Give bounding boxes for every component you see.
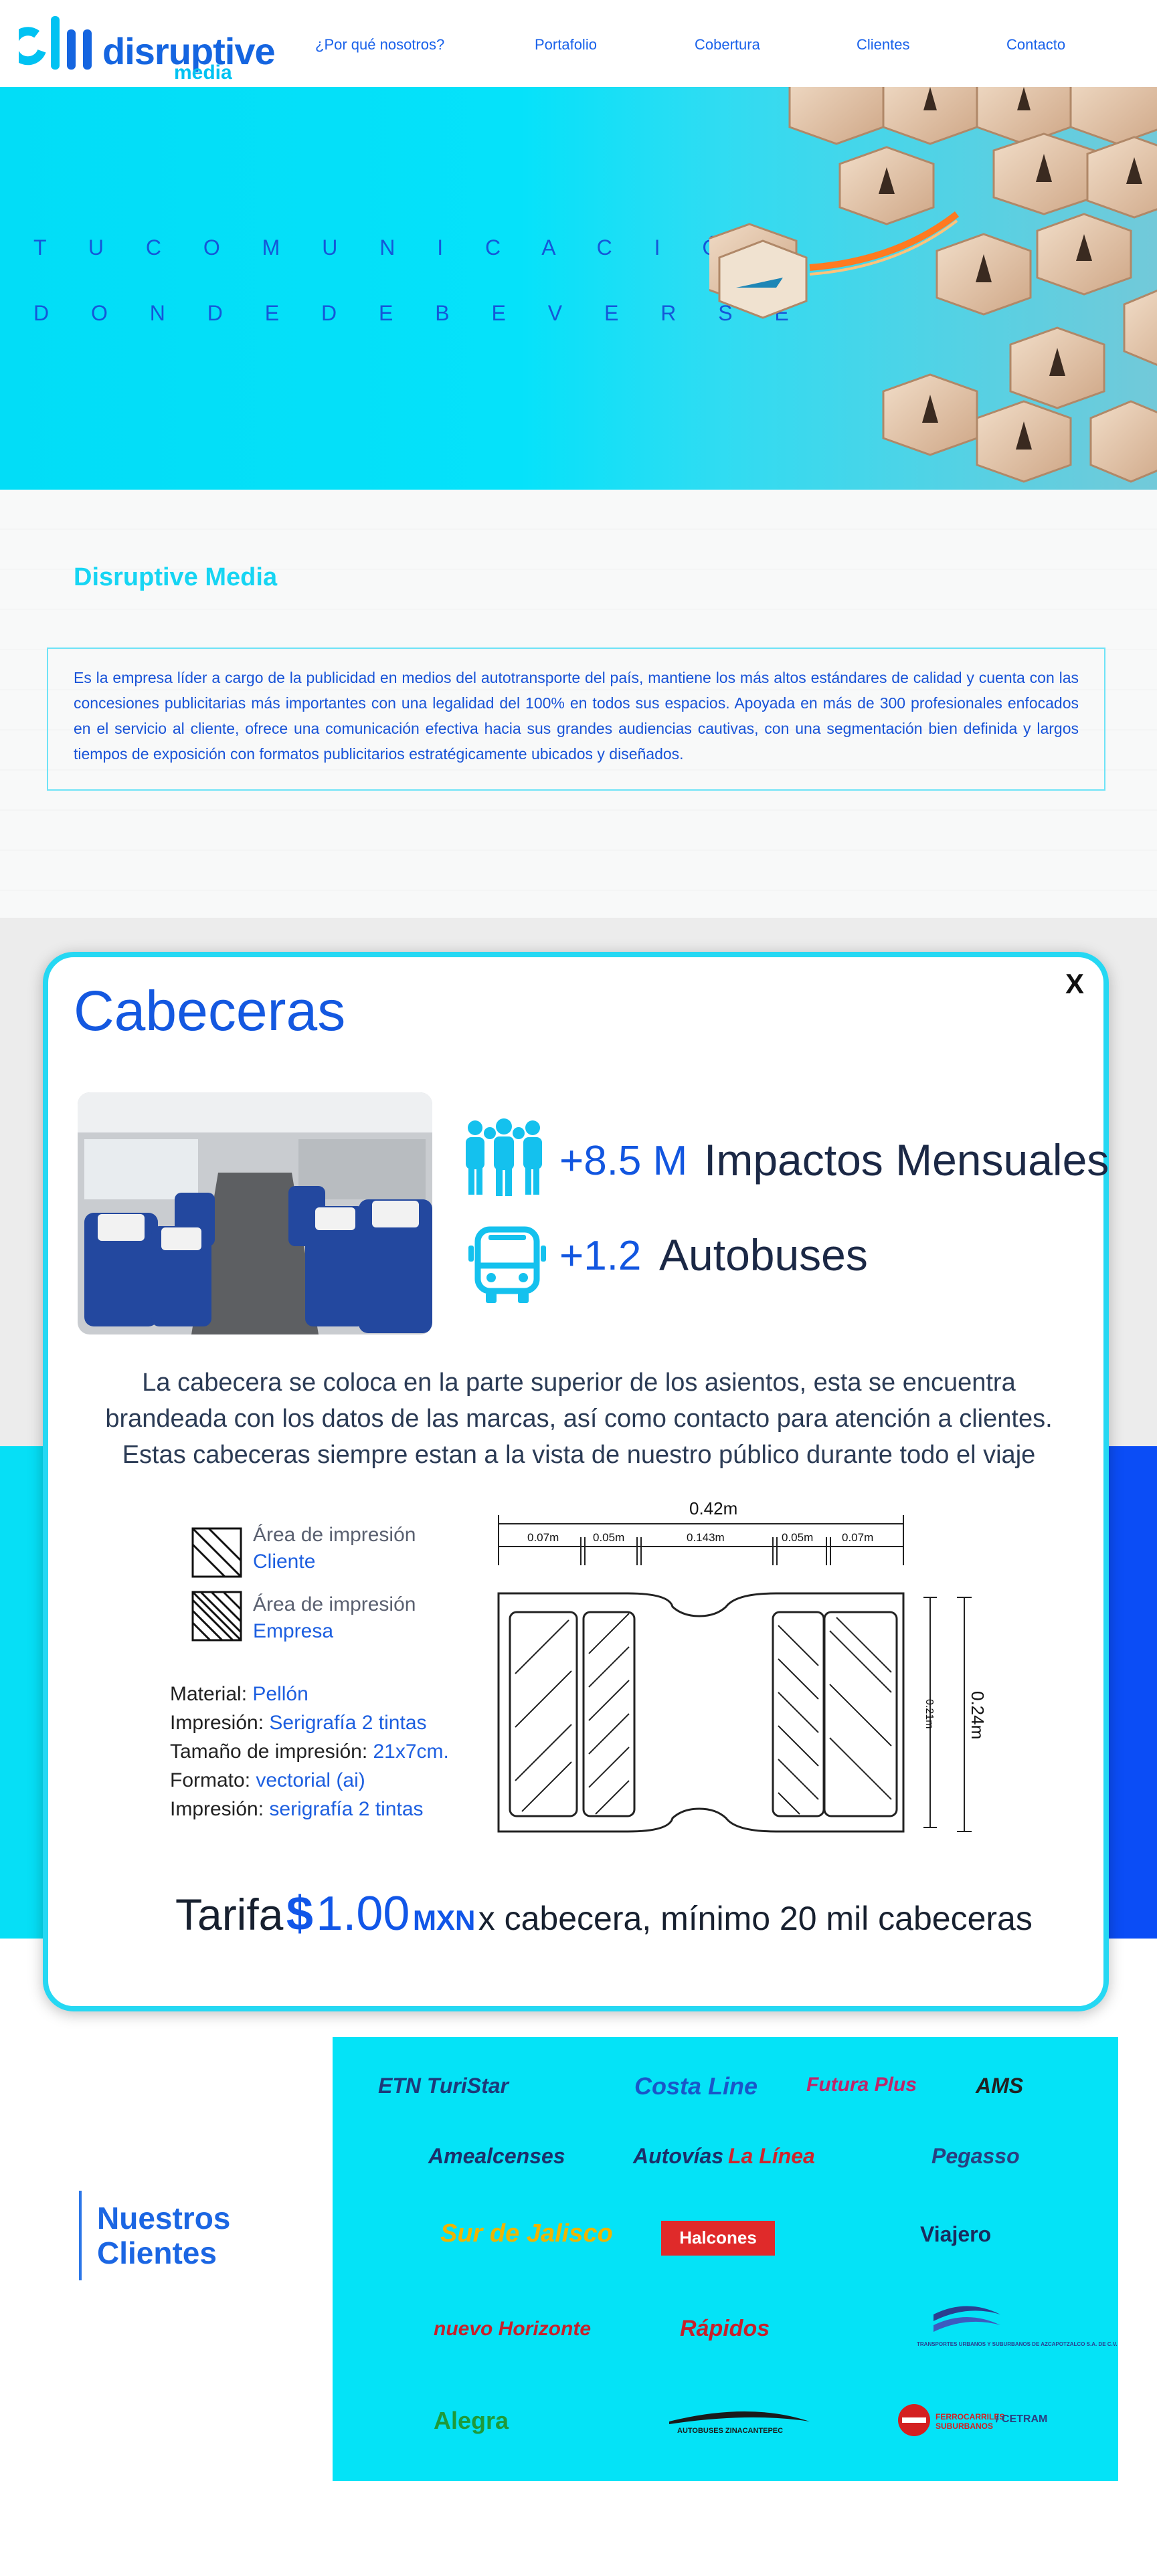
client-logo-alegra: Alegra — [434, 2407, 509, 2434]
client-logo-costa-line: Costa Line — [634, 2072, 758, 2100]
client-logo-ferrocarriles: FERROCARRILES SUBURBANOS — [936, 2412, 1005, 2431]
client-logo-pegasso: Pegasso — [931, 2144, 1020, 2168]
stat-autobuses-value: +1.2 — [559, 1233, 642, 1279]
logo-mark-icon — [9, 16, 92, 70]
client-logo-zinacantepec: AUTOBUSES ZINACANTEPEC — [677, 2427, 784, 2435]
brand-sub: media — [174, 62, 232, 84]
spec-tamano: Tamaño de impresión: 21x7cm. — [170, 1741, 449, 1763]
hatch-cliente-icon — [191, 1527, 242, 1578]
dim-seg-2: 0.05m — [593, 1531, 624, 1544]
spec-material: Material: Pellón — [170, 1683, 308, 1706]
dim-inner-height: 0.21m — [923, 1699, 935, 1728]
client-logo-la-linea: La Línea — [728, 2144, 815, 2168]
legend-cliente-value: Cliente — [253, 1551, 316, 1573]
about-box: Es la empresa líder a cargo de la public… — [47, 648, 1105, 791]
tarifa-currency: $ — [286, 1887, 313, 1941]
spec-formato: Formato: vectorial (ai) — [170, 1769, 365, 1792]
cabecera-description: La cabecera se coloca en la parte superi… — [105, 1369, 1053, 1469]
client-logo-futura: Futura Plus — [806, 2074, 917, 2096]
client-logo-azcapotzalco: TRANSPORTES URBANOS Y SUBURBANOS DE AZCA… — [917, 2341, 1118, 2347]
hatch-empresa-icon — [191, 1591, 242, 1642]
client-logo-autovias: Autovías — [633, 2144, 724, 2168]
people-group-icon — [466, 1118, 542, 1196]
dim-seg-3: 0.143m — [687, 1531, 725, 1544]
nav-portafolio[interactable]: Portafolio — [535, 36, 597, 54]
dim-total-width: 0.42m — [689, 1498, 737, 1518]
tarifa-note: x cabecera, mínimo 20 mil cabeceras — [478, 1900, 1033, 1937]
spec-tamano-value: 21x7cm. — [373, 1741, 449, 1763]
legend-cliente-label: Área de impresión — [253, 1524, 416, 1546]
ferrocarriles-logo-icon — [898, 2404, 930, 2436]
client-logo-ams: AMS — [976, 2074, 1024, 2098]
client-logo-viajero: Viajero — [920, 2222, 992, 2246]
clients-title: Nuestros Clientes — [97, 2201, 230, 2270]
dim-seg-4: 0.05m — [782, 1531, 813, 1544]
dim-total-height: 0.24m — [968, 1691, 984, 1739]
nav-clientes[interactable]: Clientes — [857, 36, 909, 54]
client-logo-sur-de-jalisco: Sur de Jalisco — [440, 2219, 613, 2248]
legend-empresa-label: Área de impresión — [253, 1593, 416, 1615]
tarifa-amount: 1.00 — [316, 1887, 410, 1941]
nav-cobertura[interactable]: Cobertura — [695, 36, 760, 54]
clients-accent-bar — [79, 2191, 82, 2280]
azcapotzalco-wave-icon — [933, 2306, 1000, 2332]
spec-formato-label: Formato: — [170, 1769, 256, 1791]
modal-title: Cabeceras — [74, 979, 346, 1042]
about-text: Es la empresa líder a cargo de la public… — [74, 669, 1079, 763]
stat-impactos-label: Impactos Mensuales — [704, 1135, 1109, 1185]
hero-banner: T U C O M U N I C A C I Ó N D O N D E D … — [0, 87, 1157, 490]
site-header: disruptive media ¿Por qué nosotros? Port… — [0, 0, 1157, 87]
spec-impresion-2-value: serigrafía 2 tintas — [269, 1798, 424, 1820]
client-logo-halcones: Halcones — [679, 2227, 757, 2248]
zinacantepec-swoosh-icon — [669, 2411, 810, 2424]
spec-material-value: Pellón — [252, 1683, 308, 1705]
dim-seg-5: 0.07m — [842, 1531, 873, 1544]
nav-por-que-nosotros[interactable]: ¿Por qué nosotros? — [315, 36, 444, 54]
clients-title-line2: Clientes — [97, 2236, 217, 2270]
spec-impresion-value: Serigrafía 2 tintas — [269, 1712, 427, 1734]
client-logo-rapidos: Rápidos — [680, 2316, 770, 2341]
spec-formato-value: vectorial (ai) — [256, 1769, 365, 1791]
spec-impresion: Impresión: Serigrafía 2 tintas — [170, 1712, 427, 1735]
bus-icon — [468, 1226, 546, 1303]
client-logo-nuevo-horizonte: nuevo Horizonte — [434, 2318, 592, 2340]
tarifa-unit: MXN — [412, 1904, 476, 1936]
spec-material-label: Material: — [170, 1683, 253, 1705]
bus-interior-photo — [78, 1092, 432, 1334]
client-logo-etn: ETN TuriStar — [378, 2074, 509, 2098]
stat-autobuses-label: Autobuses — [659, 1230, 868, 1280]
tarifa-line: Tarifa $ 1.00 MXN x cabecera, mínimo 20 … — [175, 1886, 1033, 1941]
stat-impactos-value: +8.5 M — [559, 1138, 688, 1184]
spec-impresion-2: Impresión: serigrafía 2 tintas — [170, 1798, 424, 1821]
brand-logo[interactable]: disruptive media — [9, 9, 276, 84]
nav-contacto[interactable]: Contacto — [1006, 36, 1065, 54]
cabecera-dimension-diagram: 0.42m 0.07m 0.05m 0.143m 0.05m 0.07m 0.2… — [497, 1498, 984, 1833]
hexagon-rockets-image — [709, 87, 1157, 483]
spec-impresion-2-label: Impresión: — [170, 1798, 270, 1820]
client-logo-halcones-box: Halcones — [661, 2221, 775, 2256]
dim-seg-1: 0.07m — [527, 1531, 559, 1544]
legend-empresa-value: Empresa — [253, 1620, 334, 1642]
spec-tamano-label: Tamaño de impresión: — [170, 1741, 373, 1763]
tarifa-label: Tarifa — [175, 1890, 284, 1939]
about-title: Disruptive Media — [74, 563, 278, 591]
clients-title-line1: Nuestros — [97, 2201, 231, 2236]
client-logo-cetram: / CETRAM — [996, 2413, 1048, 2425]
spec-impresion-label: Impresión: — [170, 1712, 270, 1734]
client-logo-amealcenses: Amealcenses — [428, 2144, 565, 2168]
close-button[interactable]: X — [1065, 968, 1084, 1000]
hero-tagline-1: T U C O M U N I C A C I Ó N — [33, 235, 795, 260]
hero-tagline-2: D O N D E D E B E V E R S E — [33, 301, 807, 325]
